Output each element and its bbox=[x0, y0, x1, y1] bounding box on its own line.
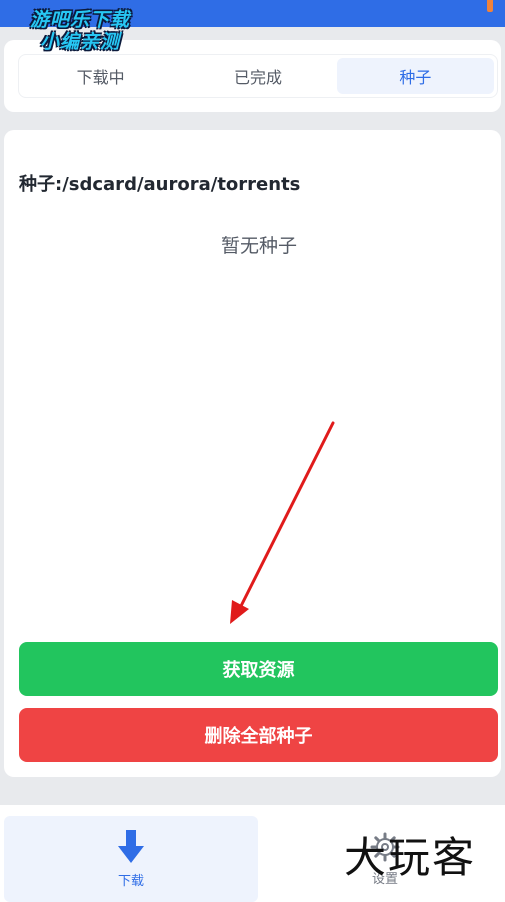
tab-torrents[interactable]: 种子 bbox=[336, 58, 494, 94]
nav-download-label: 下载 bbox=[117, 873, 144, 889]
delete-all-torrents-button[interactable]: 删除全部种子 bbox=[19, 708, 498, 762]
nav-download[interactable]: 下载 bbox=[4, 816, 258, 902]
tab-bar: 下载中 已完成 种子 bbox=[18, 54, 498, 98]
torrent-path-label: 种子:/sdcard/aurora/torrents bbox=[19, 174, 301, 195]
torrents-panel: 种子:/sdcard/aurora/torrents 暂无种子 获取资源 删除全… bbox=[4, 130, 501, 777]
download-arrow-icon bbox=[118, 829, 144, 863]
empty-state-text: 暂无种子 bbox=[220, 235, 297, 257]
get-resources-button[interactable]: 获取资源 bbox=[19, 642, 498, 696]
status-indicator bbox=[487, 0, 493, 12]
watermark-line2: 小编亲测 bbox=[39, 30, 120, 53]
tab-downloading[interactable]: 下载中 bbox=[22, 58, 179, 94]
watermark-line1: 游吧乐下载 bbox=[29, 9, 130, 31]
tab-completed[interactable]: 已完成 bbox=[179, 58, 336, 94]
brand-watermark: 大玩客 bbox=[344, 833, 477, 882]
watermark-logo: 游吧乐下载 小编亲测 bbox=[14, 9, 146, 54]
